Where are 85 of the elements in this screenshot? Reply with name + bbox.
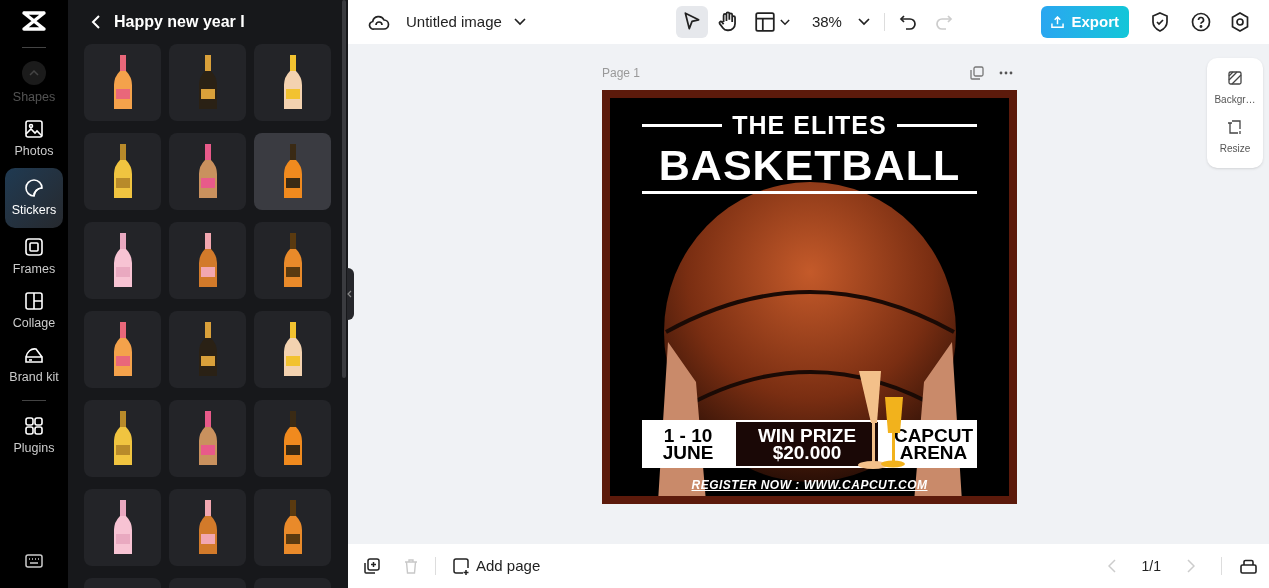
bottle-icon — [196, 143, 219, 200]
bottle-icon — [196, 410, 219, 467]
hand-icon — [716, 11, 739, 33]
bottle-icon — [196, 321, 219, 378]
chevron-down-icon — [857, 18, 870, 26]
layout-icon — [753, 11, 776, 33]
chevron-down-icon — [513, 18, 526, 26]
scrollbar[interactable] — [342, 0, 346, 378]
side-tool-button[interactable]: Backgr… — [1209, 70, 1261, 107]
sticker-tile[interactable] — [254, 44, 331, 121]
sticker-tile[interactable] — [254, 133, 331, 210]
sticker-tile[interactable] — [84, 133, 161, 210]
sticker-tile[interactable] — [169, 133, 246, 210]
rail-tab[interactable]: Plugins — [5, 409, 63, 463]
sticker-tile[interactable] — [169, 489, 246, 566]
bottle-icon — [281, 143, 304, 200]
sticker-icon — [24, 178, 44, 198]
panel-collapse-handle[interactable] — [347, 268, 354, 320]
bottle-icon — [196, 499, 219, 556]
sticker-tile[interactable] — [84, 400, 161, 477]
sticker-tile[interactable] — [254, 311, 331, 388]
rail-tab[interactable]: Frames — [5, 230, 63, 284]
briefcase-icon[interactable] — [1240, 558, 1257, 574]
bottle-icon — [111, 321, 134, 378]
bottle-icon — [281, 410, 304, 467]
duplicate-page-icon[interactable] — [364, 558, 380, 574]
select-tool-button[interactable] — [675, 6, 708, 38]
upload-icon — [1051, 15, 1065, 29]
shield-check-icon[interactable] — [1151, 12, 1169, 32]
rail-tab[interactable]: Brand kit — [5, 338, 63, 392]
bottle-icon — [281, 321, 304, 378]
page-label: Page 1 — [602, 65, 641, 82]
cake-icon — [24, 345, 44, 365]
undo-icon[interactable] — [898, 13, 917, 31]
sticker-tile[interactable] — [169, 44, 246, 121]
resize-icon — [1227, 119, 1243, 135]
more-icon[interactable] — [999, 71, 1013, 75]
sticker-tile[interactable] — [169, 311, 246, 388]
hatched-square-icon — [1227, 70, 1243, 86]
bottle-icon — [111, 54, 134, 111]
rail-tab[interactable]: Photos — [5, 112, 63, 166]
bottle-icon — [281, 232, 304, 289]
logo-icon[interactable] — [21, 10, 47, 32]
bottle-icon — [111, 410, 134, 467]
poster-kicker: THE ELITES — [732, 110, 887, 140]
sticker-tile[interactable] — [169, 400, 246, 477]
prize-block: WIN PRIZE $20.000 — [734, 420, 880, 468]
panel-title: Happy new year I — [114, 12, 245, 32]
sticker-tile[interactable] — [84, 489, 161, 566]
bottle-icon — [111, 143, 134, 200]
venue-block: CAPCUT ARENA — [880, 420, 977, 468]
cloud-icon[interactable] — [368, 14, 390, 30]
side-tool-button[interactable]: Resize — [1209, 119, 1261, 156]
collage-icon — [24, 291, 44, 311]
grid-icon — [24, 416, 44, 436]
help-icon[interactable] — [1191, 12, 1211, 32]
sticker-tile[interactable] — [169, 222, 246, 299]
rail-tab[interactable]: Stickers — [5, 168, 63, 228]
chevron-down-icon — [779, 18, 790, 26]
settings-icon[interactable] — [1231, 12, 1249, 32]
date-block: 1 - 10 JUNE — [642, 420, 734, 468]
sticker-tile[interactable] — [254, 222, 331, 299]
file-name-dropdown[interactable]: Untitled image — [406, 10, 526, 34]
page-count: 1/1 — [1141, 556, 1161, 576]
bottle-icon — [111, 499, 134, 556]
sticker-tile[interactable] — [254, 489, 331, 566]
sticker-tile[interactable] — [84, 44, 161, 121]
bottle-icon — [196, 232, 219, 289]
sticker-tile[interactable] — [254, 400, 331, 477]
bottle-icon — [196, 54, 219, 111]
duplicate-icon[interactable] — [970, 66, 984, 80]
bottle-icon — [281, 499, 304, 556]
sticker-tile[interactable] — [84, 222, 161, 299]
rail-tab[interactable]: Collage — [5, 284, 63, 338]
frame-icon — [24, 237, 44, 257]
zoom-dropdown[interactable]: 38% — [811, 10, 870, 34]
add-page-button[interactable]: Add page — [453, 554, 541, 578]
back-icon[interactable] — [90, 15, 102, 29]
bottle-icon — [111, 232, 134, 289]
sticker-tile[interactable] — [84, 311, 161, 388]
bottle-icon — [281, 54, 304, 111]
keyboard-icon[interactable] — [25, 554, 43, 568]
add-page-icon — [453, 557, 470, 575]
poster-title: BASKETBALL — [658, 142, 961, 188]
image-icon — [24, 119, 44, 139]
